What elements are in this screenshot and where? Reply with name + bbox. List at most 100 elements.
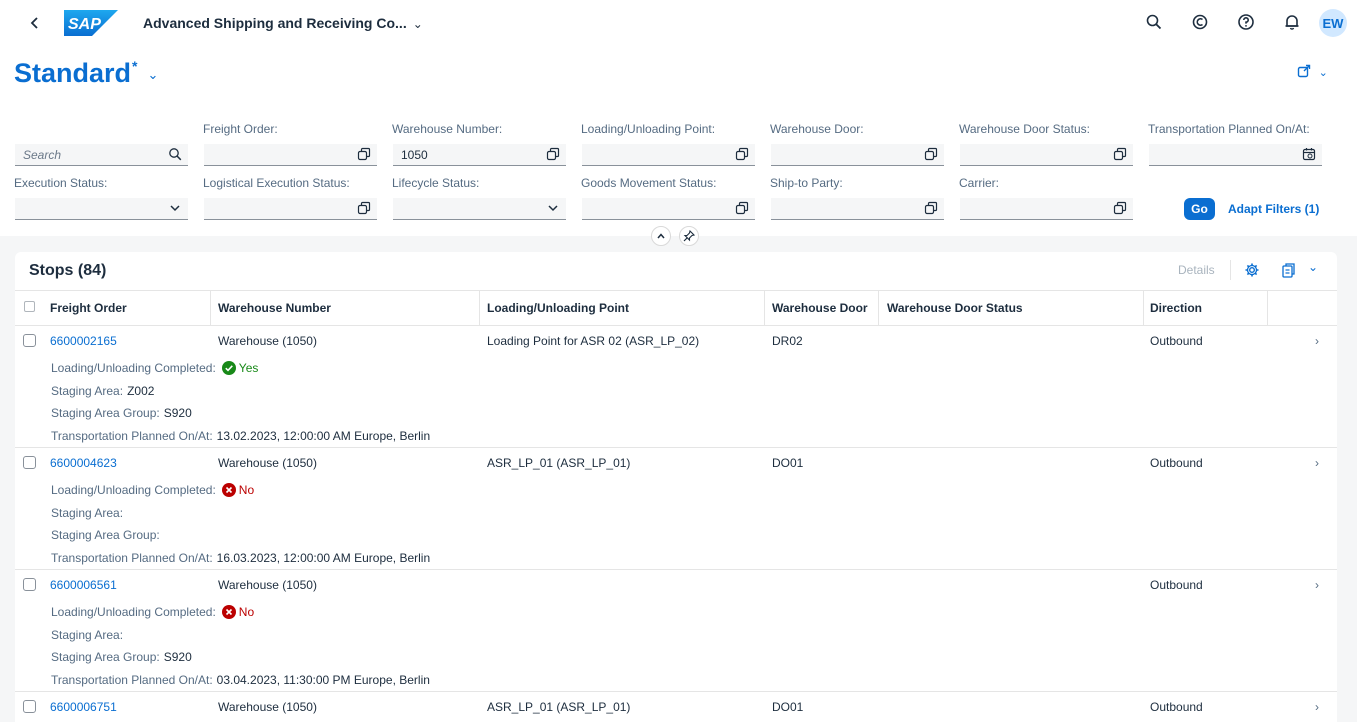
warehouse-door-status-input[interactable] xyxy=(960,144,1133,166)
warehouse-door-status-label: Warehouse Door Status: xyxy=(959,122,1090,136)
warehouse-door-cell: DO01 xyxy=(772,456,804,470)
export-icon xyxy=(1282,263,1295,278)
freight-order-link[interactable]: 6600006561 xyxy=(50,578,117,592)
value-help-icon[interactable] xyxy=(357,201,371,215)
pin-icon xyxy=(683,230,695,242)
sap-logo[interactable]: SAP xyxy=(64,10,118,36)
search-icon[interactable] xyxy=(168,147,182,161)
freight-order-label: Freight Order: xyxy=(203,122,278,136)
table-row[interactable]: 6600004623 Warehouse (1050) ASR_LP_01 (A… xyxy=(15,448,1337,570)
pin-header-button[interactable] xyxy=(679,226,699,246)
warehouse-number-cell: Warehouse (1050) xyxy=(218,700,317,714)
chevron-down-icon[interactable] xyxy=(546,201,560,215)
joule-icon[interactable] xyxy=(1191,13,1211,33)
execution-status-label: Execution Status: xyxy=(14,176,108,190)
ship-to-party-input[interactable] xyxy=(771,198,944,220)
row-navigation-icon[interactable]: › xyxy=(1315,456,1319,470)
row-navigation-icon[interactable]: › xyxy=(1315,578,1319,592)
completed-attribute: Loading/Unloading Completed: No xyxy=(51,483,255,497)
value-help-icon[interactable] xyxy=(1113,201,1127,215)
stops-table-card: Stops (84) Details ⌄ Freight Order Wareh… xyxy=(15,252,1337,722)
variant-name: Standard xyxy=(14,58,132,88)
freight-order-link[interactable]: 6600006751 xyxy=(50,700,117,714)
freight-order-link[interactable]: 6600002165 xyxy=(50,334,117,348)
error-icon xyxy=(221,483,236,497)
warehouse-number-cell: Warehouse (1050) xyxy=(218,456,317,470)
freight-order-input[interactable] xyxy=(204,144,377,166)
chevron-down-icon: ⌄ xyxy=(1318,67,1328,79)
details-button[interactable]: Details xyxy=(1178,263,1215,277)
column-header-direction[interactable]: Direction xyxy=(1150,301,1202,315)
row-navigation-icon[interactable]: › xyxy=(1315,334,1319,348)
loading-point-input[interactable] xyxy=(582,144,755,166)
row-checkbox[interactable] xyxy=(23,334,36,347)
lifecycle-status-select[interactable] xyxy=(393,198,566,220)
select-all-checkbox[interactable] xyxy=(24,301,35,312)
carrier-input[interactable] xyxy=(960,198,1133,220)
loading-point-label: Loading/Unloading Point: xyxy=(581,122,716,136)
success-icon xyxy=(221,361,236,375)
column-header-warehouse-number[interactable]: Warehouse Number xyxy=(218,301,331,315)
search-input[interactable]: Search xyxy=(15,144,188,166)
value-help-icon[interactable] xyxy=(1113,147,1127,161)
column-header-freight-order[interactable]: Freight Order xyxy=(50,301,127,315)
planned-attribute: Transportation Planned On/At: 13.02.2023,… xyxy=(51,429,431,443)
value-help-icon[interactable] xyxy=(924,147,938,161)
staging-group-attribute: Staging Area Group: S920 xyxy=(51,406,192,420)
app-title: Advanced Shipping and Receiving Co... xyxy=(143,15,407,31)
help-icon[interactable] xyxy=(1237,13,1257,33)
value-help-icon[interactable] xyxy=(924,201,938,215)
back-button[interactable] xyxy=(26,14,44,32)
warehouse-number-input[interactable]: 1050 xyxy=(393,144,566,166)
column-header-warehouse-door[interactable]: Warehouse Door xyxy=(772,301,868,315)
row-checkbox[interactable] xyxy=(23,456,36,469)
go-button[interactable]: Go xyxy=(1184,198,1215,220)
transportation-planned-input[interactable] xyxy=(1149,144,1322,166)
goods-movement-status-input[interactable] xyxy=(582,198,755,220)
table-header: Freight Order Warehouse Number Loading/U… xyxy=(15,290,1337,326)
value-help-icon[interactable] xyxy=(357,147,371,161)
app-title-menu[interactable]: Advanced Shipping and Receiving Co... ⌄ xyxy=(143,15,423,31)
table-row[interactable]: 6600006751 Warehouse (1050) ASR_LP_01 (A… xyxy=(15,692,1337,722)
chevron-down-icon: ⌄ xyxy=(1308,260,1319,274)
collapse-header-button[interactable] xyxy=(651,226,671,246)
settings-icon[interactable] xyxy=(1244,262,1260,278)
column-header-warehouse-door-status[interactable]: Warehouse Door Status xyxy=(887,301,1023,315)
staging-group-attribute: Staging Area Group: xyxy=(51,528,160,542)
calendar-icon[interactable] xyxy=(1302,147,1316,161)
chevron-up-icon xyxy=(657,233,665,239)
adapt-filters-button[interactable]: Adapt Filters (1) xyxy=(1228,202,1319,216)
row-checkbox[interactable] xyxy=(23,578,36,591)
search-icon[interactable] xyxy=(1145,13,1165,33)
warehouse-door-input[interactable] xyxy=(771,144,944,166)
shell-bar: SAP Advanced Shipping and Receiving Co..… xyxy=(0,0,1357,46)
column-separator xyxy=(1143,291,1144,326)
share-button[interactable]: ⌄ xyxy=(1297,64,1328,79)
chevron-down-icon[interactable] xyxy=(168,201,182,215)
planned-attribute: Transportation Planned On/At: 03.04.2023,… xyxy=(51,673,430,687)
value-help-icon[interactable] xyxy=(735,147,749,161)
logistical-execution-status-input[interactable] xyxy=(204,198,377,220)
table-row[interactable]: 6600002165 Warehouse (1050) Loading Poin… xyxy=(15,326,1337,448)
warehouse-door-cell: DR02 xyxy=(772,334,803,348)
value-help-icon[interactable] xyxy=(546,147,560,161)
row-checkbox[interactable] xyxy=(23,700,36,713)
chevron-left-icon xyxy=(30,17,38,29)
freight-order-link[interactable]: 6600004623 xyxy=(50,456,117,470)
warehouse-number-cell: Warehouse (1050) xyxy=(218,334,317,348)
transportation-planned-label: Transportation Planned On/At: xyxy=(1148,122,1310,136)
variant-selector[interactable]: Standard* ⌄ xyxy=(14,58,158,89)
execution-status-select[interactable] xyxy=(15,198,188,220)
loading-point-cell: ASR_LP_01 (ASR_LP_01) xyxy=(487,456,631,470)
share-icon xyxy=(1297,64,1311,78)
export-menu-button[interactable]: ⌄ xyxy=(1281,260,1321,278)
table-row[interactable]: 6600006561 Warehouse (1050) Outbound › L… xyxy=(15,570,1337,692)
staging-area-attribute: Staging Area: Z002 xyxy=(51,384,155,398)
bell-icon[interactable] xyxy=(1283,13,1303,33)
user-avatar[interactable]: EW xyxy=(1319,9,1347,37)
column-separator xyxy=(210,291,211,326)
warehouse-number-label: Warehouse Number: xyxy=(392,122,503,136)
value-help-icon[interactable] xyxy=(735,201,749,215)
column-header-loading-point[interactable]: Loading/Unloading Point xyxy=(487,301,629,315)
row-navigation-icon[interactable]: › xyxy=(1315,700,1319,714)
